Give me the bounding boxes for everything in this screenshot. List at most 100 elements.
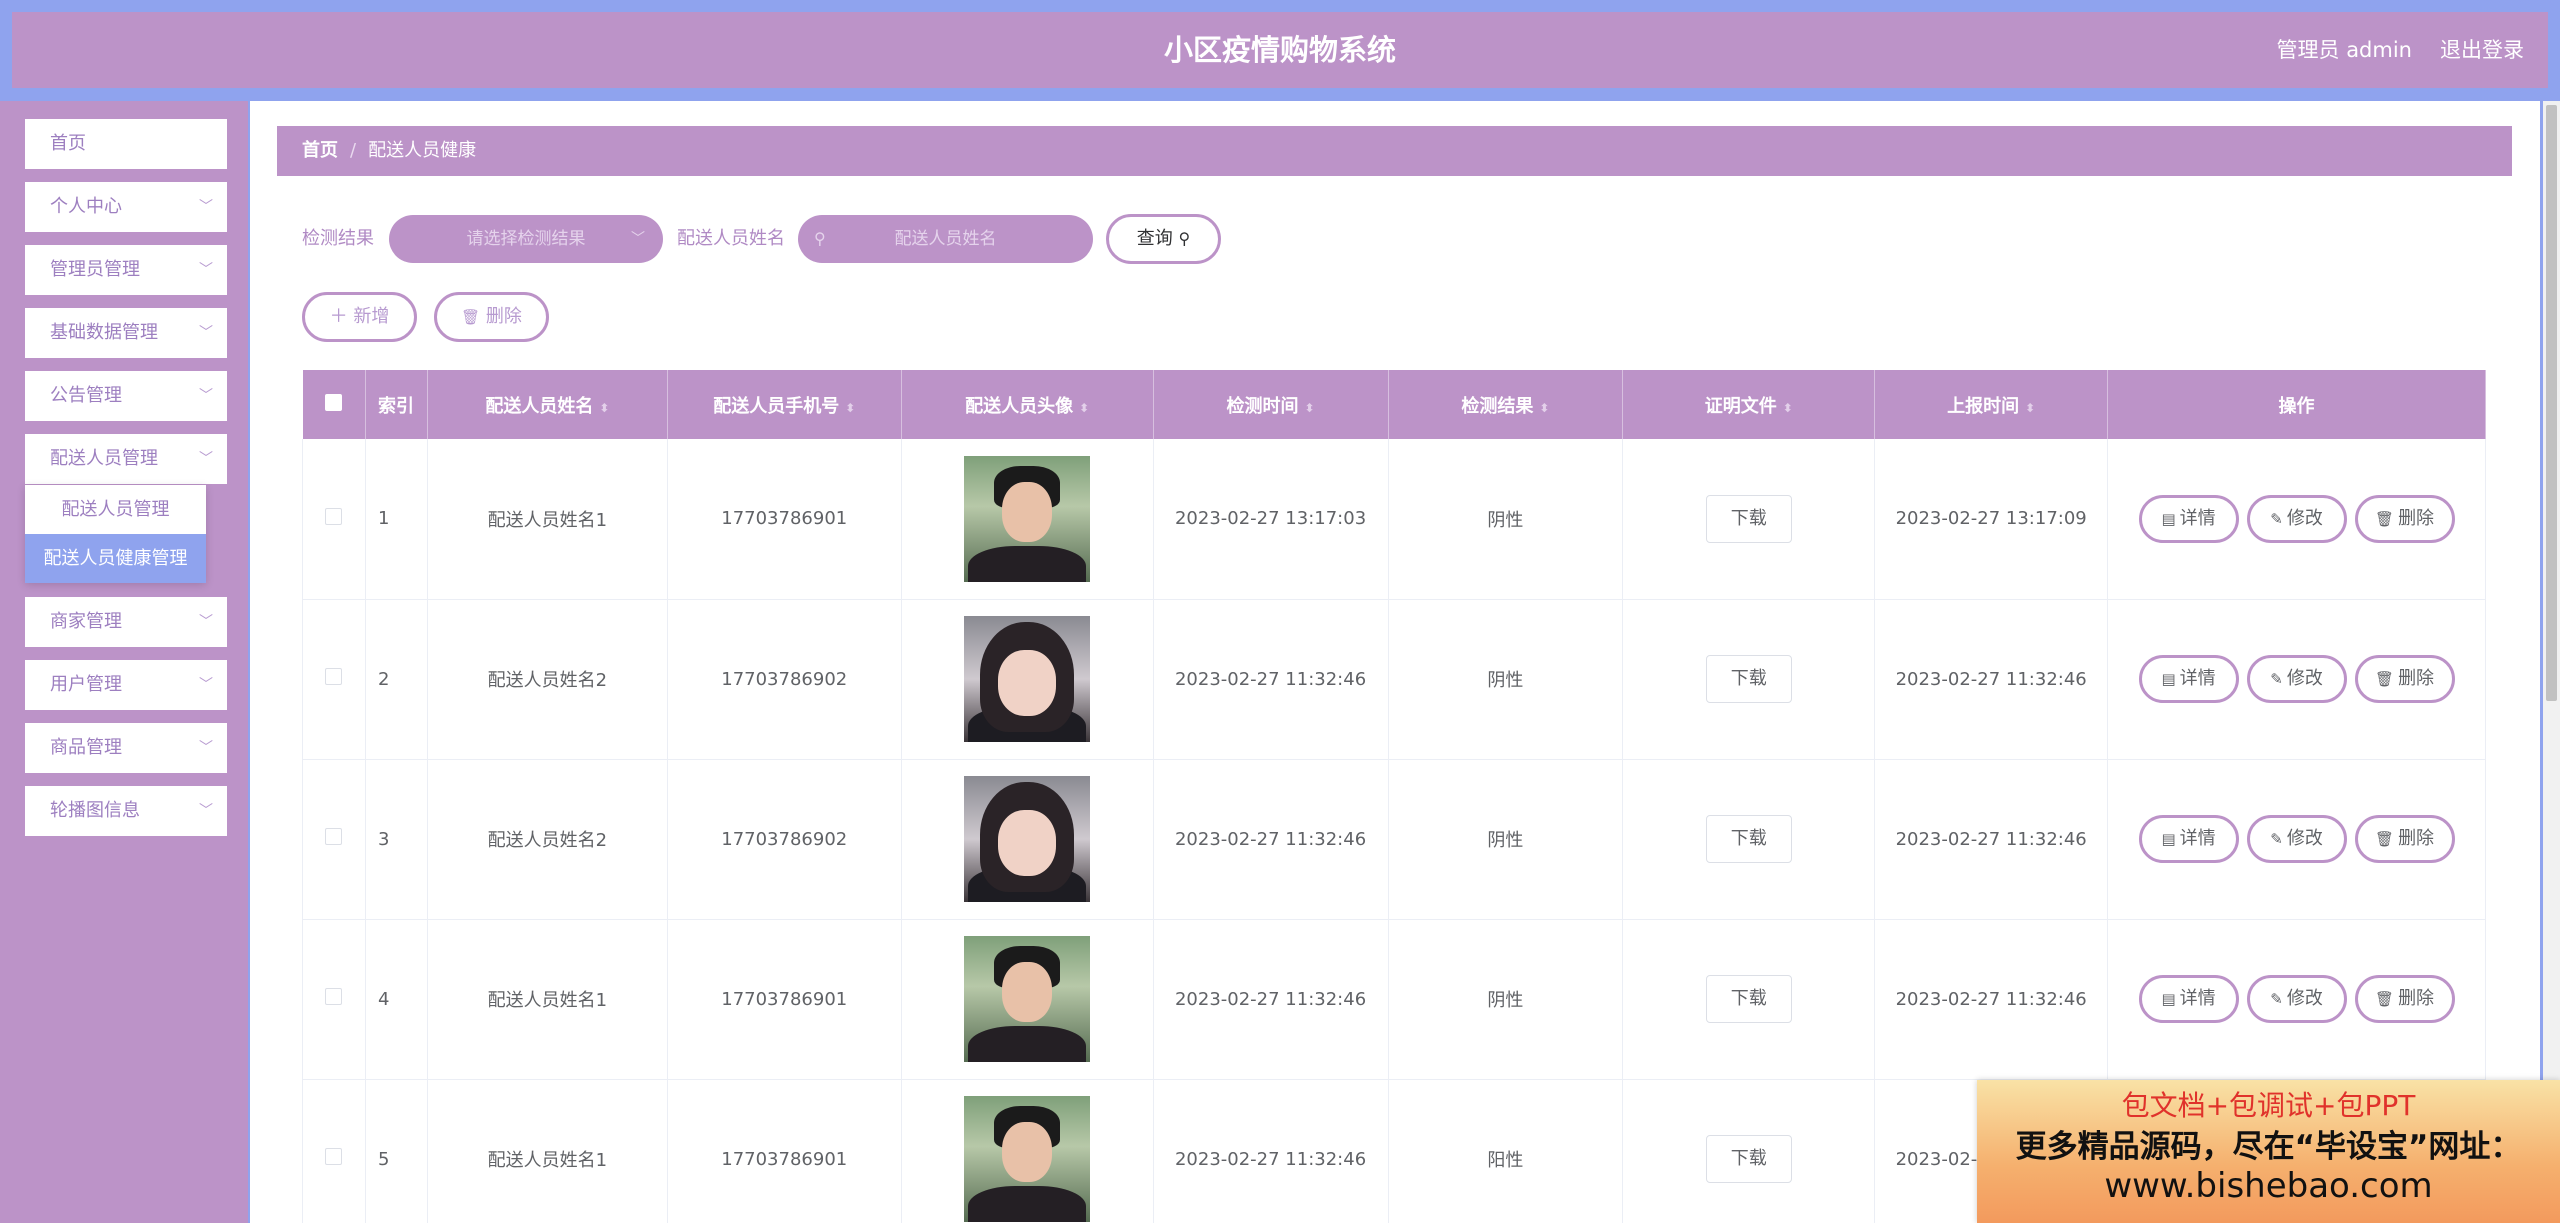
batch-delete-label: 删除: [485, 306, 522, 327]
delete-button[interactable]: 🗑删除: [2354, 655, 2455, 703]
header-test-time[interactable]: 检测时间 ⬍: [1153, 370, 1389, 439]
row-select-cell[interactable]: [302, 439, 366, 600]
select-all-checkbox[interactable]: [325, 393, 343, 411]
detail-button[interactable]: ▤详情: [2138, 975, 2239, 1023]
avatar[interactable]: [964, 455, 1091, 582]
batch-delete-button[interactable]: 🗑 删除: [434, 292, 549, 342]
ad-line-2: 更多精品源码，尽在“毕设宝”网址：: [2015, 1129, 2522, 1165]
row-checkbox[interactable]: [325, 828, 343, 845]
row-checkbox[interactable]: [325, 1148, 343, 1165]
submenu-item-delivery-staff[interactable]: 配送人员管理: [25, 485, 206, 534]
cell-result: 阴性: [1388, 439, 1624, 600]
detail-button[interactable]: ▤详情: [2138, 815, 2239, 863]
logout-link[interactable]: 退出登录: [2440, 12, 2524, 88]
edit-label: 修改: [2286, 828, 2323, 849]
avatar[interactable]: [964, 936, 1091, 1062]
table-header-row: 索引 配送人员姓名 ⬍ 配送人员手机号 ⬍ 配送人员头像 ⬍ 检测时间 ⬍ 检测结果 ⬍ …: [302, 370, 2486, 439]
edit-button[interactable]: ✎修改: [2246, 815, 2347, 863]
download-button[interactable]: 下载: [1705, 975, 1792, 1023]
row-select-cell[interactable]: [302, 1079, 366, 1223]
chevron-down-icon: ﹀: [199, 803, 213, 819]
cell-file: 下载: [1622, 599, 1876, 760]
sidebar-item-1[interactable]: 个人中心 ﹀: [25, 182, 227, 232]
download-button[interactable]: 下载: [1705, 815, 1792, 863]
edit-label: 修改: [2286, 668, 2323, 689]
header-report-time-label: 上报时间: [1947, 395, 2020, 417]
download-button[interactable]: 下载: [1705, 655, 1792, 703]
name-filter-label: 配送人员姓名: [677, 228, 785, 249]
result-select[interactable]: 请选择检测结果 ﹀: [389, 215, 663, 263]
row-checkbox[interactable]: [325, 668, 343, 685]
header-name[interactable]: 配送人员姓名 ⬍: [427, 370, 668, 439]
pencil-icon: ✎: [2270, 509, 2283, 528]
cell-result: 阴性: [1388, 599, 1624, 760]
avatar[interactable]: [964, 1096, 1091, 1222]
cell-test-time: 2023-02-27 13:17:03: [1153, 439, 1389, 600]
query-button[interactable]: 查询 ⚲: [1106, 214, 1221, 264]
sort-icon[interactable]: ⬍: [2025, 401, 2035, 415]
delete-button[interactable]: 🗑删除: [2354, 815, 2455, 863]
cell-test-time: 2023-02-27 11:32:46: [1153, 1079, 1389, 1223]
sidebar-item-5[interactable]: 配送人员管理 ﹀: [25, 434, 227, 484]
row-checkbox[interactable]: [325, 507, 343, 525]
top-header: 小区疫情购物系统 管理员 admin 退出登录: [12, 12, 2548, 88]
header-result[interactable]: 检测结果 ⬍: [1388, 370, 1624, 439]
avatar[interactable]: [964, 776, 1091, 902]
sidebar-item-0[interactable]: 首页: [25, 119, 227, 169]
edit-button[interactable]: ✎修改: [2246, 975, 2347, 1023]
cell-operations: ▤详情✎修改🗑删除: [2107, 919, 2486, 1080]
chevron-down-icon: ﹀: [199, 325, 213, 341]
delete-button[interactable]: 🗑删除: [2354, 494, 2455, 543]
edit-button[interactable]: ✎修改: [2246, 494, 2347, 543]
pencil-icon: ✎: [2270, 830, 2283, 848]
sidebar-item-2[interactable]: 管理员管理 ﹀: [25, 245, 227, 295]
document-icon: ▤: [2161, 830, 2176, 848]
scrollbar-thumb[interactable]: [2546, 105, 2557, 701]
row-select-cell[interactable]: [302, 759, 366, 920]
sort-icon[interactable]: ⬍: [1079, 401, 1089, 415]
vertical-scrollbar[interactable]: [2543, 101, 2560, 1223]
chevron-down-icon: ﹀: [199, 199, 213, 215]
detail-button[interactable]: ▤详情: [2138, 494, 2239, 543]
sidebar-item-4[interactable]: 公告管理 ﹀: [25, 371, 227, 421]
cell-test-time: 2023-02-27 11:32:46: [1153, 599, 1389, 760]
detail-button[interactable]: ▤详情: [2138, 655, 2239, 703]
breadcrumb-home[interactable]: 首页: [302, 140, 338, 161]
header-avatar[interactable]: 配送人员头像 ⬍: [901, 370, 1154, 439]
ad-banner[interactable]: 包文档+包调试+包PPT 更多精品源码，尽在“毕设宝”网址： www.bishe…: [1977, 1080, 2560, 1223]
name-search-input[interactable]: ⚲ 配送人员姓名: [798, 215, 1093, 263]
sort-icon[interactable]: ⬍: [845, 401, 855, 415]
header-file[interactable]: 证明文件 ⬍: [1622, 370, 1876, 439]
sidebar-item-3[interactable]: 基础数据管理 ﹀: [25, 308, 227, 358]
row-select-cell[interactable]: [302, 599, 366, 760]
header-phone[interactable]: 配送人员手机号 ⬍: [667, 370, 902, 439]
sidebar-item-8[interactable]: 商品管理 ﹀: [25, 723, 227, 773]
cell-test-time: 2023-02-27 11:32:46: [1153, 919, 1389, 1080]
avatar[interactable]: [964, 616, 1091, 742]
add-button[interactable]: ＋ 新增: [302, 292, 417, 342]
document-icon: ▤: [2161, 990, 2176, 1008]
header-report-time[interactable]: 上报时间 ⬍: [1874, 370, 2109, 439]
download-button[interactable]: 下载: [1705, 1135, 1792, 1183]
sidebar-item-label: 管理员管理: [50, 259, 140, 280]
detail-label: 详情: [2179, 988, 2216, 1009]
cell-file: 下载: [1622, 1079, 1876, 1223]
edit-button[interactable]: ✎修改: [2246, 655, 2347, 703]
delete-button[interactable]: 🗑删除: [2354, 975, 2455, 1023]
sort-icon[interactable]: ⬍: [1305, 401, 1315, 415]
submenu-item-delivery-health[interactable]: 配送人员健康管理: [25, 534, 206, 583]
select-all-header[interactable]: [302, 370, 366, 439]
header-file-label: 证明文件: [1704, 395, 1777, 417]
sort-icon[interactable]: ⬍: [599, 401, 609, 415]
row-checkbox[interactable]: [325, 988, 343, 1005]
sort-icon[interactable]: ⬍: [1539, 401, 1549, 415]
chevron-down-icon: ﹀: [199, 677, 213, 693]
cell-index: 4: [365, 919, 428, 1080]
sidebar-item-7[interactable]: 用户管理 ﹀: [25, 660, 227, 710]
download-button[interactable]: 下载: [1705, 494, 1792, 543]
sidebar-item-9[interactable]: 轮播图信息 ﹀: [25, 786, 227, 836]
sidebar-item-6[interactable]: 商家管理 ﹀: [25, 597, 227, 647]
sidebar-item-label: 首页: [50, 133, 86, 154]
row-select-cell[interactable]: [302, 919, 366, 1080]
sort-icon[interactable]: ⬍: [1783, 401, 1793, 415]
